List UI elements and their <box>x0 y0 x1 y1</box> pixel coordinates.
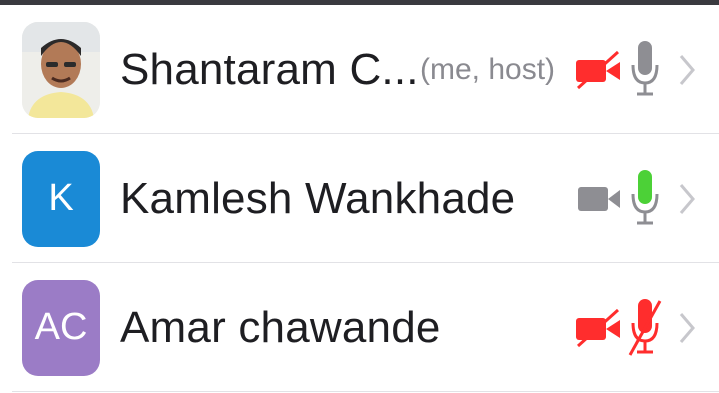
avatar-initials: AC <box>34 306 88 348</box>
row-divider <box>12 391 719 392</box>
chevron-right-icon[interactable] <box>676 310 698 346</box>
participant-row[interactable]: K Kamlesh Wankhade <box>0 134 719 263</box>
participant-row[interactable]: Shantaram C... (me, host) <box>0 5 719 134</box>
video-on-icon[interactable] <box>574 179 624 219</box>
avatar <box>22 21 100 118</box>
microphone-muted-icon[interactable] <box>628 297 662 359</box>
avatar-initials: K <box>48 177 74 219</box>
participant-name: Amar chawande <box>120 302 441 352</box>
video-off-icon[interactable] <box>574 50 624 90</box>
video-off-icon[interactable] <box>574 308 624 348</box>
avatar: K <box>22 150 100 247</box>
microphone-icon[interactable] <box>628 39 662 101</box>
profile-photo <box>22 21 100 118</box>
participant-name: Kamlesh Wankhade <box>120 173 516 223</box>
participant-name: Shantaram C... <box>120 44 419 94</box>
participant-row[interactable]: AC Amar chawande <box>0 263 719 392</box>
chevron-right-icon[interactable] <box>676 181 698 217</box>
participant-tag: (me, host) <box>420 52 556 86</box>
participants-list: Shantaram C... (me, host) K Kamlesh Wank… <box>0 5 719 392</box>
avatar: AC <box>22 279 100 376</box>
microphone-active-icon[interactable] <box>628 168 662 230</box>
chevron-right-icon[interactable] <box>676 52 698 88</box>
